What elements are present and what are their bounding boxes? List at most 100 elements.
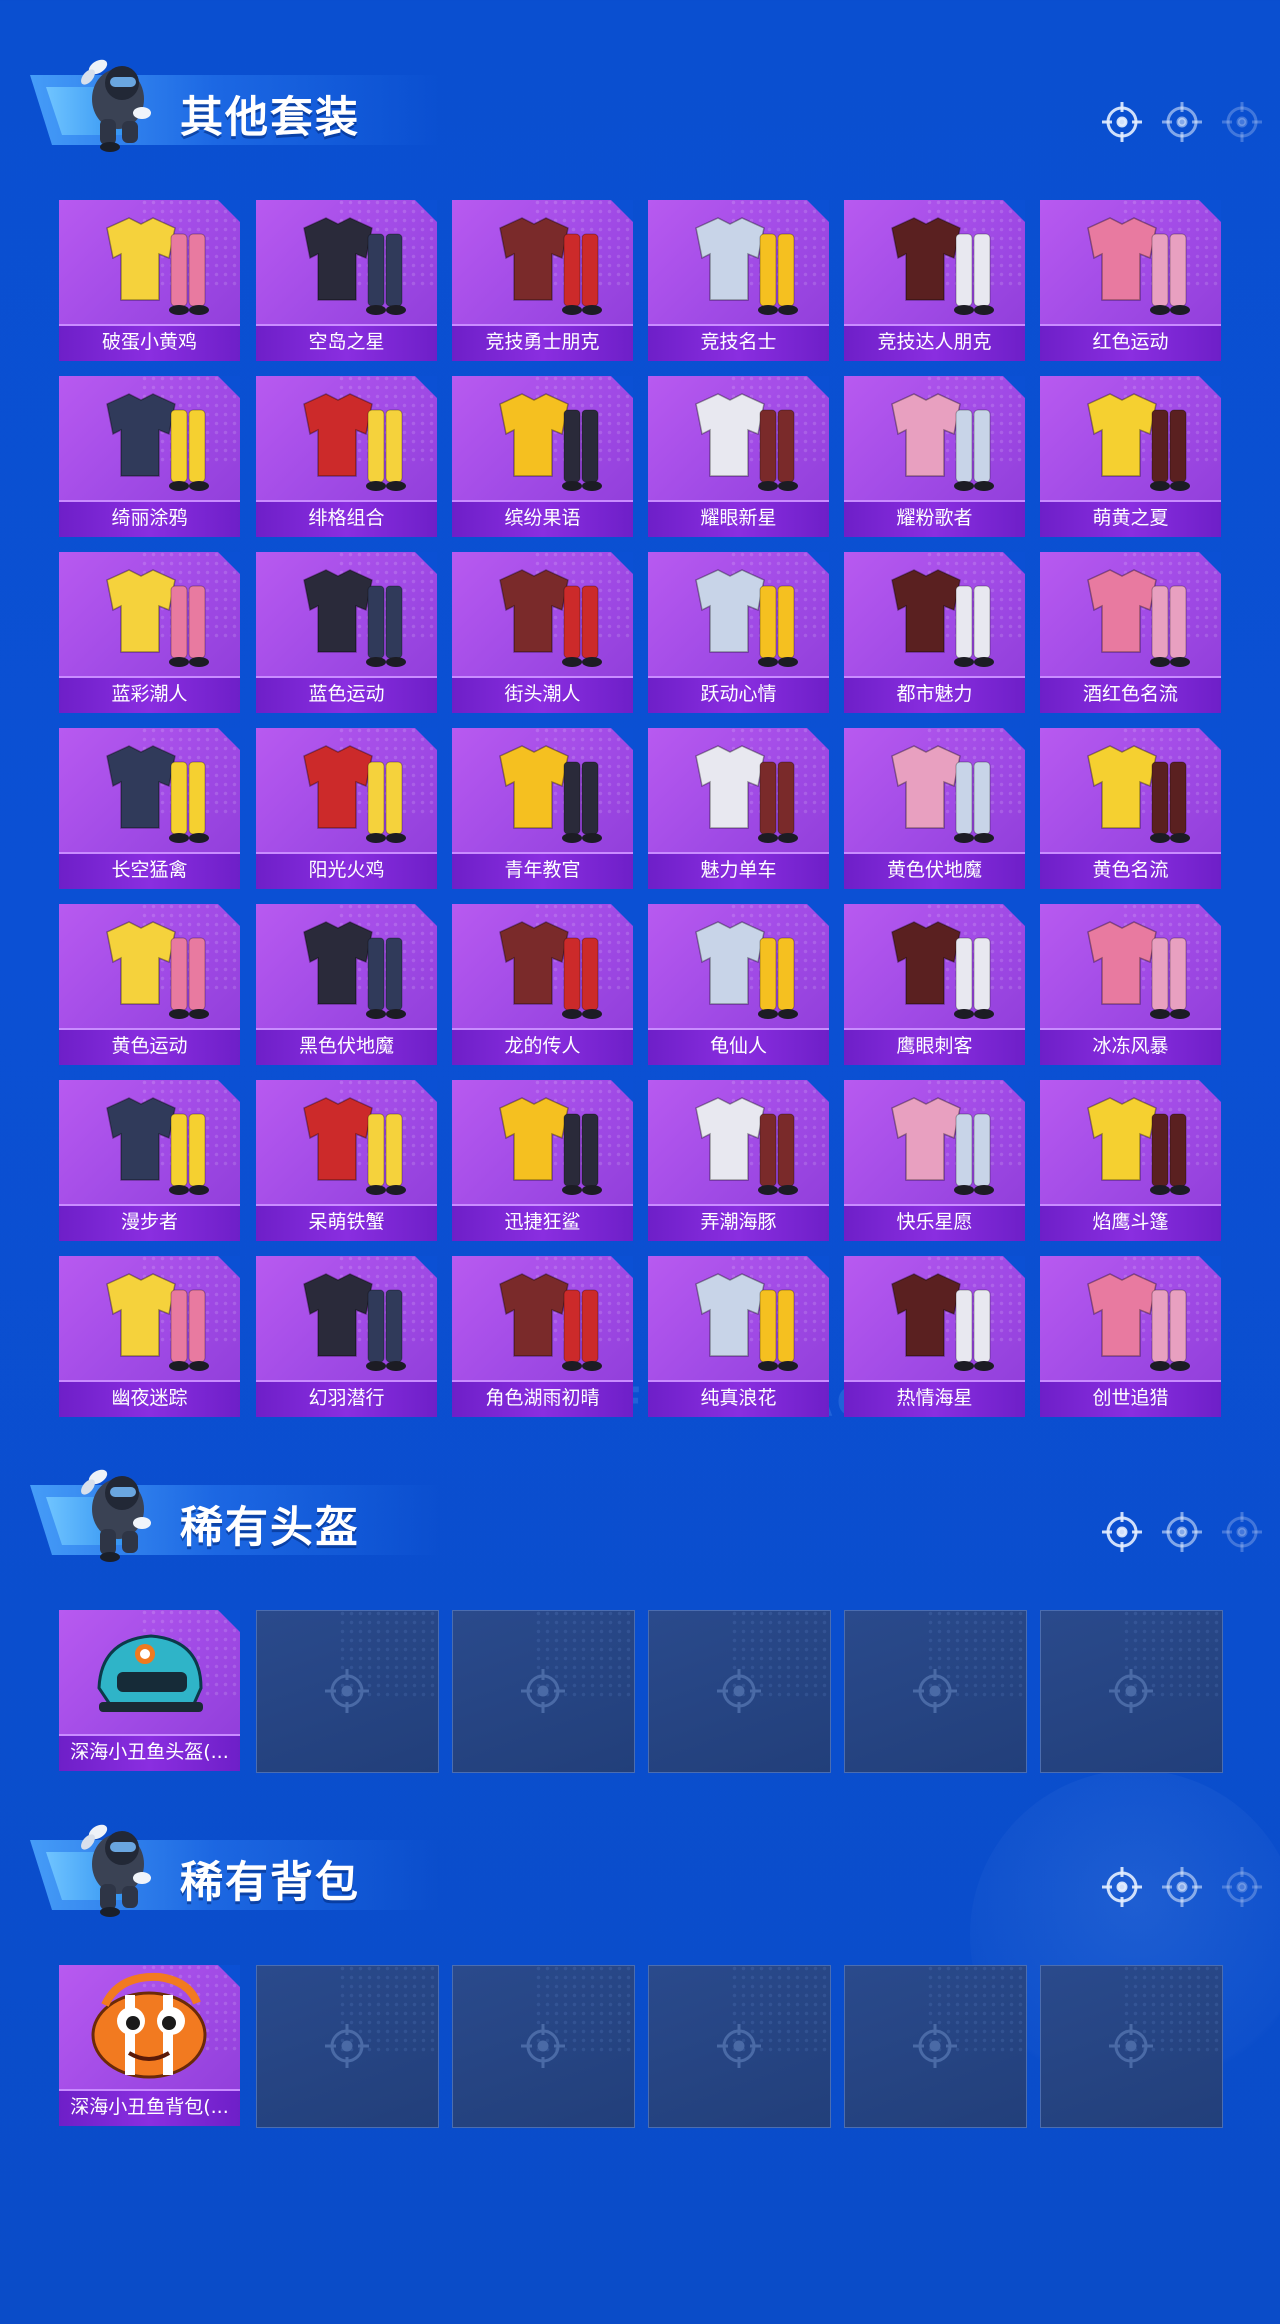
empty-slot: [1040, 1965, 1223, 2128]
item-card[interactable]: 弄潮海豚: [648, 1080, 829, 1241]
card-corner-notch: [218, 728, 240, 750]
empty-slot: [452, 1610, 635, 1773]
item-card[interactable]: 黄色名流: [1040, 728, 1221, 889]
item-name: 红色运动: [1040, 324, 1221, 361]
section-header: 其他套装: [0, 45, 1280, 165]
item-card[interactable]: 呆萌铁蟹: [256, 1080, 437, 1241]
empty-slot: [256, 1965, 439, 2128]
card-corner-notch: [1003, 1256, 1025, 1278]
card-corner-notch: [218, 1256, 240, 1278]
card-corner-notch: [218, 552, 240, 574]
card-corner-notch: [415, 552, 437, 574]
item-name: 耀眼新星: [648, 500, 829, 537]
card-corner-notch: [611, 728, 633, 750]
item-card[interactable]: 绮丽涂鸦: [59, 376, 240, 537]
crosshair-icon: [1107, 1667, 1155, 1715]
item-name: 黑色伏地魔: [256, 1028, 437, 1065]
section-title: 稀有背包: [180, 1858, 360, 1908]
item-image: [1040, 904, 1221, 1030]
item-image: [452, 200, 633, 326]
crosshair-icon: [1160, 1510, 1204, 1554]
section-title: 其他套装: [180, 93, 360, 143]
item-card[interactable]: 魅力单车: [648, 728, 829, 889]
item-card[interactable]: 长空猛禽: [59, 728, 240, 889]
item-card[interactable]: 竞技达人朋克: [844, 200, 1025, 361]
item-image: [1040, 1080, 1221, 1206]
item-card[interactable]: 冰冻风暴: [1040, 904, 1221, 1065]
item-name: 漫步者: [59, 1204, 240, 1241]
item-card[interactable]: 蓝色运动: [256, 552, 437, 713]
item-card[interactable]: 蓝彩潮人: [59, 552, 240, 713]
item-card[interactable]: 酒红色名流: [1040, 552, 1221, 713]
item-card[interactable]: 耀粉歌者: [844, 376, 1025, 537]
item-image: [59, 728, 240, 854]
item-image: [1040, 376, 1221, 502]
card-corner-notch: [1003, 376, 1025, 398]
item-card[interactable]: 缤纷果语: [452, 376, 633, 537]
crosshair-icon: [715, 2022, 763, 2070]
item-card[interactable]: 竞技名士: [648, 200, 829, 361]
item-name: 呆萌铁蟹: [256, 1204, 437, 1241]
item-card[interactable]: 纯真浪花: [648, 1256, 829, 1417]
crosshair-icon: [519, 1667, 567, 1715]
crosshair-icon: [1100, 100, 1144, 144]
crosshair-icon: [1160, 100, 1204, 144]
item-card[interactable]: 漫步者: [59, 1080, 240, 1241]
item-card[interactable]: 萌黄之夏: [1040, 376, 1221, 537]
item-card[interactable]: 龙的传人: [452, 904, 633, 1065]
section-header: 稀有背包: [0, 1810, 1280, 1930]
item-card[interactable]: 街头潮人: [452, 552, 633, 713]
item-card[interactable]: 竞技勇士朋克: [452, 200, 633, 361]
card-corner-notch: [1199, 376, 1221, 398]
item-card[interactable]: 黄色伏地魔: [844, 728, 1025, 889]
item-image: [256, 1080, 437, 1206]
scope-indicators: [1100, 1510, 1280, 1558]
card-corner-notch: [1003, 552, 1025, 574]
card-corner-notch: [218, 1965, 240, 1987]
item-name: 缤纷果语: [452, 500, 633, 537]
item-name: 角色湖雨初晴: [452, 1380, 633, 1417]
item-image: [844, 376, 1025, 502]
crosshair-icon: [323, 1667, 371, 1715]
item-card[interactable]: 阳光火鸡: [256, 728, 437, 889]
item-card[interactable]: 红色运动: [1040, 200, 1221, 361]
item-card[interactable]: 跃动心情: [648, 552, 829, 713]
item-card[interactable]: 幻羽潜行: [256, 1256, 437, 1417]
card-corner-notch: [611, 1080, 633, 1102]
item-card[interactable]: 幽夜迷踪: [59, 1256, 240, 1417]
crosshair-icon: [519, 2022, 567, 2070]
item-image: [452, 552, 633, 678]
item-name: 阳光火鸡: [256, 852, 437, 889]
item-card[interactable]: 创世追猎: [1040, 1256, 1221, 1417]
item-image: [452, 728, 633, 854]
crosshair-icon: [1220, 1510, 1264, 1554]
item-card[interactable]: 黑色伏地魔: [256, 904, 437, 1065]
item-name: 深海小丑鱼头盔(...: [59, 1734, 240, 1771]
crosshair-icon: [1107, 2022, 1155, 2070]
item-card[interactable]: 深海小丑鱼头盔(...: [59, 1610, 240, 1771]
card-corner-notch: [218, 1080, 240, 1102]
item-card[interactable]: 深海小丑鱼背包(...: [59, 1965, 240, 2126]
item-image: [648, 728, 829, 854]
item-card[interactable]: 鹰眼刺客: [844, 904, 1025, 1065]
item-card[interactable]: 角色湖雨初晴: [452, 1256, 633, 1417]
card-corner-notch: [611, 376, 633, 398]
card-corner-notch: [218, 1610, 240, 1632]
item-card[interactable]: 迅捷狂鲨: [452, 1080, 633, 1241]
item-card[interactable]: 绯格组合: [256, 376, 437, 537]
item-name: 萌黄之夏: [1040, 500, 1221, 537]
item-card[interactable]: 焰鹰斗篷: [1040, 1080, 1221, 1241]
item-card[interactable]: 都市魅力: [844, 552, 1025, 713]
item-card[interactable]: 热情海星: [844, 1256, 1025, 1417]
item-card[interactable]: 破蛋小黄鸡: [59, 200, 240, 361]
item-image: [1040, 200, 1221, 326]
item-image: [844, 1080, 1025, 1206]
item-card[interactable]: 快乐星愿: [844, 1080, 1025, 1241]
item-card[interactable]: 耀眼新星: [648, 376, 829, 537]
item-card[interactable]: 黄色运动: [59, 904, 240, 1065]
item-image: [844, 1256, 1025, 1382]
item-card[interactable]: 龟仙人: [648, 904, 829, 1065]
item-name: 黄色伏地魔: [844, 852, 1025, 889]
item-card[interactable]: 空岛之星: [256, 200, 437, 361]
item-card[interactable]: 青年教官: [452, 728, 633, 889]
